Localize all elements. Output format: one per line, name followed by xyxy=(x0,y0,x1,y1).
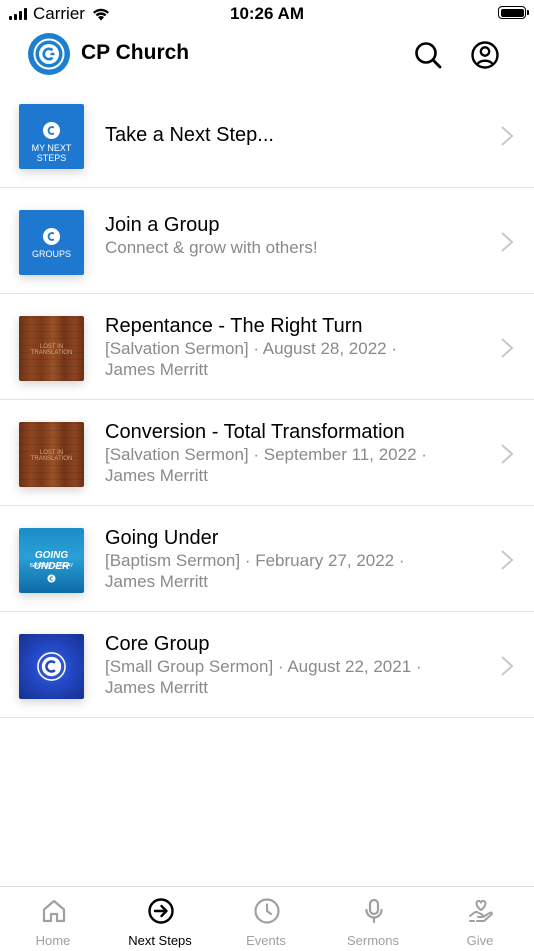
chevron-right-icon xyxy=(501,126,514,146)
tab-label: Sermons xyxy=(346,933,400,948)
tab-sermons[interactable]: Sermons xyxy=(320,887,426,951)
tab-events[interactable]: Events xyxy=(213,887,319,951)
list-item-subtitle: [Baptism Sermon] · February 27, 2022 · xyxy=(105,551,405,570)
thumbnail-lost-in-translation: LOST IN TRANSLATION xyxy=(19,316,84,381)
list-item-take-next-step[interactable]: MY NEXT STEPS Take a Next Step... xyxy=(0,82,534,188)
tab-label: Next Steps xyxy=(128,933,192,948)
app-header: CP Church xyxy=(0,32,534,78)
chevron-right-icon xyxy=(501,444,514,464)
status-bar: Carrier 10:26 AM xyxy=(0,0,534,28)
church-logo-icon xyxy=(47,574,56,583)
profile-icon xyxy=(471,41,499,69)
tab-label: Give xyxy=(466,933,494,948)
list-item-title: Join a Group xyxy=(105,214,220,236)
status-time: 10:26 AM xyxy=(229,4,304,23)
battery-icon xyxy=(498,6,529,19)
list-item-title: Going Under xyxy=(105,527,219,549)
tab-bar: Home Next Steps Events Sermons Give xyxy=(0,886,534,950)
thumbnail-going-under: GOING UNDER BAPTISM SUNDAY xyxy=(19,528,84,593)
list-item-subtitle: [Small Group Sermon] · August 22, 2021 · xyxy=(105,657,422,676)
clock-icon xyxy=(254,898,280,924)
thumbnail-label: LOST IN TRANSLATION xyxy=(30,450,73,462)
list-item-author: James Merritt xyxy=(105,360,208,379)
list-item-subtitle: [Salvation Sermon] · August 28, 2022 · xyxy=(105,339,398,358)
list-item-author: James Merritt xyxy=(105,678,208,697)
church-logo-icon xyxy=(42,227,61,246)
list-item-core-group[interactable]: Core Group [Small Group Sermon] · August… xyxy=(0,612,534,718)
thumbnail-lost-in-translation: LOST IN TRANSLATION xyxy=(19,422,84,487)
profile-button[interactable] xyxy=(470,40,500,70)
thumbnail-next-steps: MY NEXT STEPS xyxy=(19,104,84,169)
microphone-icon xyxy=(365,898,383,924)
arrow-circle-icon xyxy=(148,898,174,924)
list-item-author: James Merritt xyxy=(105,466,208,485)
list-item-title: Conversion - Total Transformation xyxy=(105,421,405,443)
list-item-title: Take a Next Step... xyxy=(105,124,274,146)
tab-home[interactable]: Home xyxy=(0,887,106,951)
list-item-going-under[interactable]: GOING UNDER BAPTISM SUNDAY Going Under [… xyxy=(0,506,534,612)
chevron-right-icon xyxy=(501,656,514,676)
list-item-subtitle: [Salvation Sermon] · September 11, 2022 … xyxy=(105,445,427,464)
tab-label: Events xyxy=(246,933,286,948)
next-steps-list: MY NEXT STEPS Take a Next Step... GROUPS… xyxy=(0,82,534,718)
thumbnail-label: GROUPS xyxy=(31,249,71,259)
church-logo-icon xyxy=(37,652,66,681)
list-item-title: Repentance - The Right Turn xyxy=(105,315,363,337)
list-item-subtitle: Connect & grow with others! xyxy=(105,238,318,257)
search-button[interactable] xyxy=(413,40,443,70)
home-icon xyxy=(42,899,66,923)
app-title: CP Church xyxy=(81,41,190,64)
tab-label: Home xyxy=(35,933,71,948)
chevron-right-icon xyxy=(501,338,514,358)
thumbnail-sublabel: BAPTISM SUNDAY xyxy=(29,563,74,569)
thumbnail-core-group xyxy=(19,634,84,699)
church-logo-icon xyxy=(28,33,70,75)
give-hand-heart-icon xyxy=(469,899,493,922)
list-item-author: James Merritt xyxy=(105,572,208,591)
chevron-right-icon xyxy=(501,232,514,252)
list-item-join-group[interactable]: GROUPS Join a Group Connect & grow with … xyxy=(0,188,534,294)
church-logo-icon xyxy=(42,121,61,140)
list-item-title: Core Group xyxy=(105,633,210,655)
search-icon xyxy=(415,42,442,69)
tab-next-steps[interactable]: Next Steps xyxy=(107,887,213,951)
thumbnail-label: LOST IN TRANSLATION xyxy=(30,344,73,356)
thumbnail-groups: GROUPS xyxy=(19,210,84,275)
list-item-conversion[interactable]: LOST IN TRANSLATION Conversion - Total T… xyxy=(0,400,534,506)
chevron-right-icon xyxy=(501,550,514,570)
thumbnail-label: MY NEXT STEPS xyxy=(31,143,72,163)
list-item-repentance[interactable]: LOST IN TRANSLATION Repentance - The Rig… xyxy=(0,294,534,400)
tab-give[interactable]: Give xyxy=(427,887,533,951)
